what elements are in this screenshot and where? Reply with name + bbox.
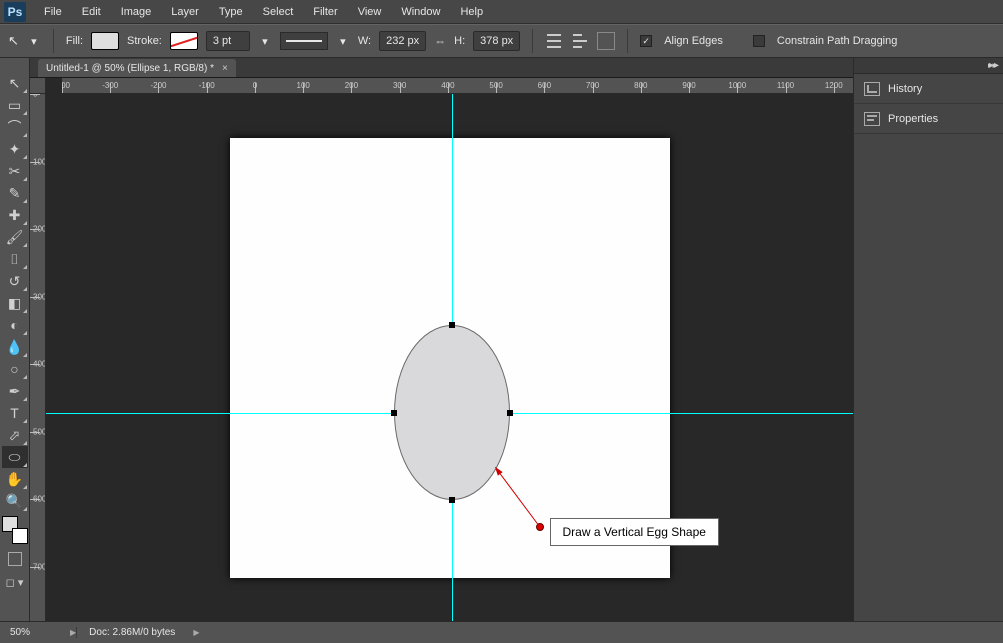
path-arrangement-icon[interactable] xyxy=(597,32,615,50)
history-panel-tab[interactable]: History xyxy=(854,74,1003,104)
zoom-tool[interactable]: 🔍 xyxy=(2,490,28,512)
ruler-vertical[interactable]: 0100200300400500600700800 xyxy=(30,94,46,621)
path-select-tool[interactable]: ⬀ xyxy=(2,424,28,446)
stroke-style-preview[interactable] xyxy=(280,32,328,50)
fg-bg-swatch[interactable] xyxy=(2,516,28,544)
menu-help[interactable]: Help xyxy=(450,2,493,22)
type-tool[interactable]: T xyxy=(2,402,28,424)
tool-preset-dropdown[interactable]: ▾ xyxy=(27,35,41,48)
status-bar: 50% ▶ Doc: 2.86M/0 bytes ▶ xyxy=(0,621,1003,643)
menu-select[interactable]: Select xyxy=(253,2,304,22)
height-field[interactable]: 378 px xyxy=(473,31,520,51)
menu-filter[interactable]: Filter xyxy=(303,2,347,22)
menu-type[interactable]: Type xyxy=(209,2,253,22)
stroke-width-dropdown[interactable]: ▾ xyxy=(258,35,272,48)
tools-panel: ▸▸ ↖▭⌒✦✂✎✚🖌⌷↺◧◐💧○✒T⬀⬭✋🔍 ◻ ▾ xyxy=(0,58,30,621)
history-icon xyxy=(864,82,880,96)
annotation-arrow xyxy=(46,94,853,621)
constrain-label: Constrain Path Dragging xyxy=(777,35,897,47)
stamp-tool[interactable]: ⌷ xyxy=(2,248,28,270)
properties-panel-label: Properties xyxy=(888,113,938,125)
align-edges-label: Align Edges xyxy=(664,35,723,47)
properties-icon xyxy=(864,112,880,126)
healing-tool[interactable]: ✚ xyxy=(2,204,28,226)
doc-info-dropdown-icon[interactable]: ▶ xyxy=(193,628,199,637)
lasso-tool[interactable]: ⌒ xyxy=(2,116,28,138)
menu-layer[interactable]: Layer xyxy=(161,2,209,22)
brush-tool[interactable]: 🖌 xyxy=(2,226,28,248)
ruler-horizontal[interactable]: -400-300-200-100010020030040050060070080… xyxy=(62,78,853,94)
close-tab-icon[interactable]: × xyxy=(222,63,228,74)
gradient-tool[interactable]: ◐ xyxy=(2,314,28,336)
fill-swatch[interactable] xyxy=(91,32,119,50)
width-field[interactable]: 232 px xyxy=(379,31,426,51)
canvas-viewport[interactable]: Draw a Vertical Egg Shape xyxy=(46,94,853,621)
quick-select-tool[interactable]: ✦ xyxy=(2,138,28,160)
link-wh-icon[interactable]: ⇔ xyxy=(434,34,446,48)
menu-bar: Ps FileEditImageLayerTypeSelectFilterVie… xyxy=(0,0,1003,24)
shape-tool[interactable]: ⬭ xyxy=(2,446,28,468)
align-edges-checkbox[interactable] xyxy=(640,35,652,47)
path-select-arrow-icon[interactable]: ↖ xyxy=(8,33,19,49)
path-alignment-icon[interactable] xyxy=(571,32,589,50)
move-tool[interactable]: ↖ xyxy=(2,72,28,94)
marquee-tool[interactable]: ▭ xyxy=(2,94,28,116)
quick-mask-toggle[interactable] xyxy=(2,552,28,570)
pen-tool[interactable]: ✒ xyxy=(2,380,28,402)
stroke-style-dropdown[interactable]: ▾ xyxy=(336,35,350,48)
doc-info[interactable]: Doc: 2.86M/0 bytes xyxy=(76,627,187,638)
screen-mode-toggle[interactable]: ◻ ▾ xyxy=(6,576,24,589)
hand-tool[interactable]: ✋ xyxy=(2,468,28,490)
width-label: W: xyxy=(358,35,371,47)
document-tab-title: Untitled-1 @ 50% (Ellipse 1, RGB/8) * xyxy=(46,63,214,74)
history-brush-tool[interactable]: ↺ xyxy=(2,270,28,292)
fill-label: Fill: xyxy=(66,35,83,47)
menu-image[interactable]: Image xyxy=(111,2,162,22)
eraser-tool[interactable]: ◧ xyxy=(2,292,28,314)
stroke-label: Stroke: xyxy=(127,35,162,47)
stroke-swatch[interactable] xyxy=(170,32,198,50)
stroke-width-field[interactable]: 3 pt xyxy=(206,31,250,51)
constrain-checkbox[interactable] xyxy=(753,35,765,47)
menu-edit[interactable]: Edit xyxy=(72,2,111,22)
panel-collapse-icon[interactable]: ▸▸ xyxy=(854,58,1003,74)
path-operations-icon[interactable] xyxy=(545,32,563,50)
history-panel-label: History xyxy=(888,83,922,95)
options-bar: ↖ ▾ Fill: Stroke: 3 pt ▾ ▾ W: 232 px ⇔ H… xyxy=(0,24,1003,58)
menu-view[interactable]: View xyxy=(348,2,392,22)
crop-tool[interactable]: ✂ xyxy=(2,160,28,182)
eyedropper-tool[interactable]: ✎ xyxy=(2,182,28,204)
menu-file[interactable]: File xyxy=(34,2,72,22)
right-panel-dock: ▸▸ History Properties xyxy=(853,58,1003,621)
dodge-tool[interactable]: ○ xyxy=(2,358,28,380)
menu-window[interactable]: Window xyxy=(391,2,450,22)
app-logo: Ps xyxy=(4,2,26,22)
annotation-label: Draw a Vertical Egg Shape xyxy=(550,518,719,546)
height-label: H: xyxy=(454,35,465,47)
document-tab[interactable]: Untitled-1 @ 50% (Ellipse 1, RGB/8) * × xyxy=(38,59,236,77)
zoom-field[interactable]: 50% xyxy=(0,627,64,638)
blur-tool[interactable]: 💧 xyxy=(2,336,28,358)
properties-panel-tab[interactable]: Properties xyxy=(854,104,1003,134)
tools-collapse-icon[interactable]: ▸▸ xyxy=(985,58,1003,73)
